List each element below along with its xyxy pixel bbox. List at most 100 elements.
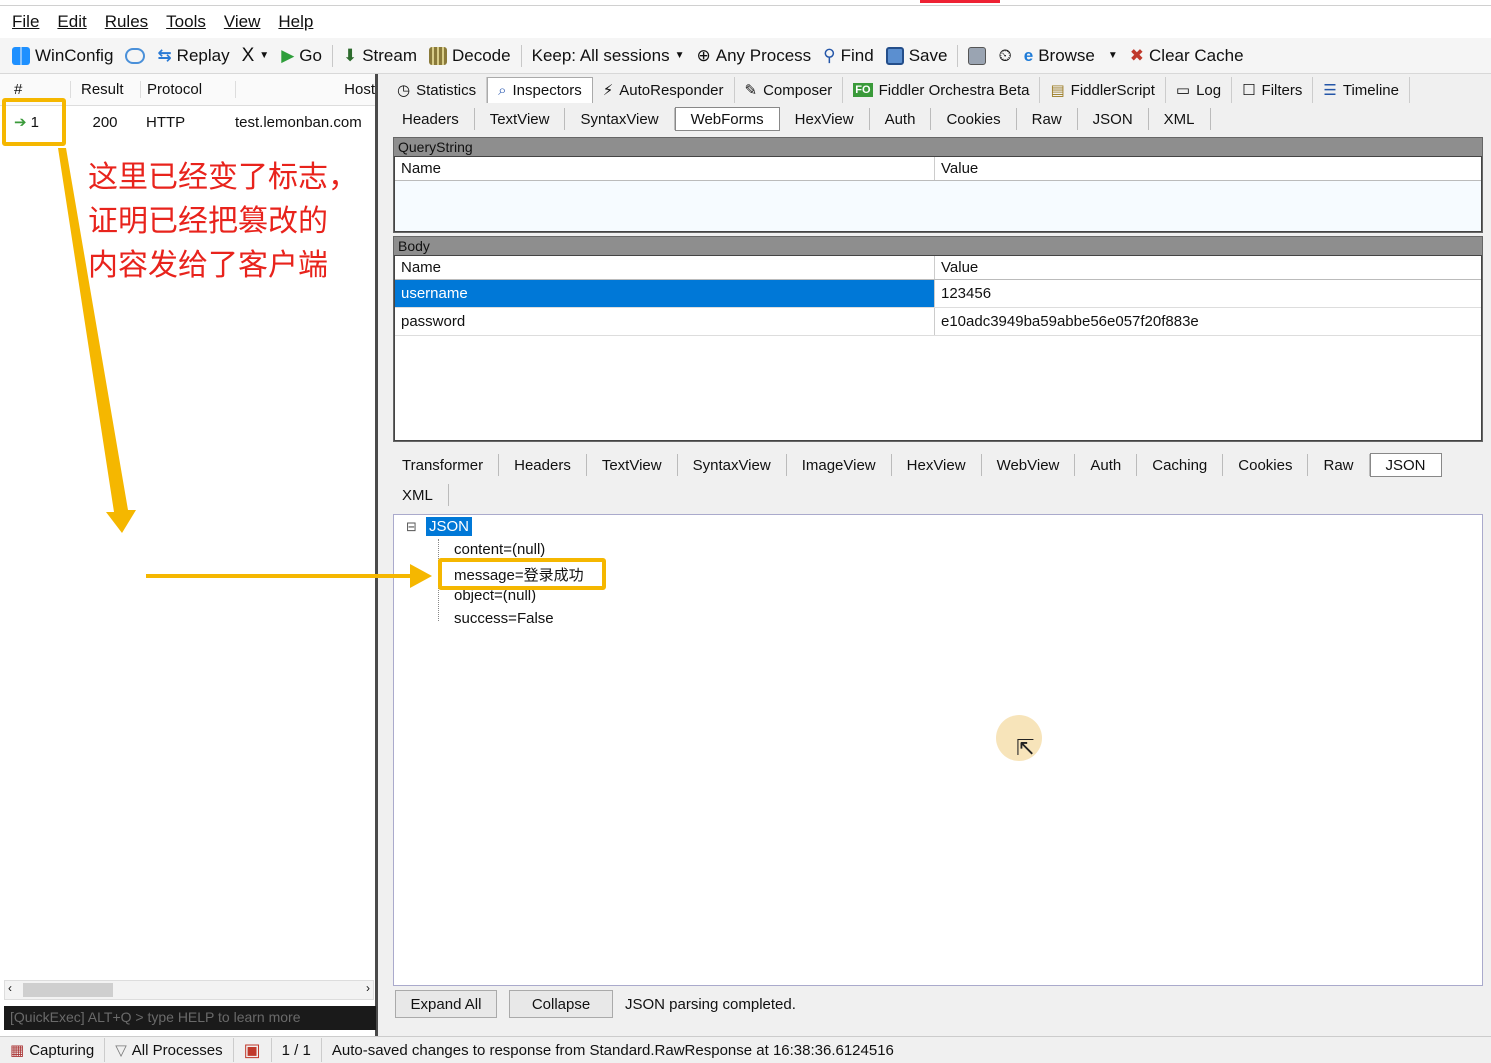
sessions-hscrollbar[interactable]: ‹ › [4,980,374,1000]
scrollbar-thumb[interactable] [23,983,113,997]
tab-label: Log [1196,81,1222,99]
winconfig-button[interactable]: WinConfig [6,46,119,66]
col-host[interactable]: Host [235,81,375,98]
fo-logo-icon: FO [853,83,873,97]
resp-tab-headers[interactable]: Headers [499,454,587,476]
statistics-icon: ◷ [397,82,411,99]
status-bar: ▦ Capturing ▽ All Processes ▣ 1 / 1 Auto-s… [0,1036,1491,1063]
json-node-success[interactable]: success=False [454,610,554,627]
req-tab-textview[interactable]: TextView [475,108,566,130]
save-button[interactable]: Save [880,46,954,66]
json-root-node[interactable]: JSON [426,517,473,536]
tab-fiddlerscript[interactable]: ▤ FiddlerScript [1040,77,1166,103]
collapse-button[interactable]: Collapse [509,990,613,1018]
req-tab-auth[interactable]: Auth [870,108,932,130]
tab-autoresponder[interactable]: ⚡ AutoResponder [593,77,735,103]
screenshot-button[interactable] [962,46,992,65]
resp-tab-syntaxview[interactable]: SyntaxView [678,454,787,476]
clear-cache-icon: ✖ [1129,45,1145,65]
body-row-password[interactable]: password e10adc3949ba59abbe56e057f20f883… [395,308,1481,336]
tab-timeline[interactable]: ☰ Timeline [1313,77,1410,103]
stream-arrow-icon: ⬇ [342,45,358,65]
toolbar: WinConfig ⇆ Replay X ▼ ▶ Go ⬇ Stream Dec… [0,38,1491,74]
col-num[interactable]: # [0,81,70,98]
menu-view[interactable]: View [224,12,261,32]
timer-button[interactable]: ⏲ [992,46,1017,66]
clear-cache-button[interactable]: ✖ Clear Cache [1124,46,1250,66]
resp-tab-caching[interactable]: Caching [1137,454,1224,476]
body-grid[interactable]: Name Value username 123456 password e10a… [394,255,1482,441]
stream-button[interactable]: ⬇ Stream [337,46,423,66]
annotation-text: 这里已经变了标志， 证明已经把篡改的 内容发给了客户端 [88,156,358,288]
keep-sessions-dropdown[interactable]: Keep: All sessions ▼ [526,46,691,66]
resp-tab-xml[interactable]: XML [387,484,449,506]
resp-tab-json[interactable]: JSON [1369,453,1442,477]
resp-tab-imageview[interactable]: ImageView [787,454,892,476]
resp-tab-raw[interactable]: Raw [1308,454,1370,476]
process-filter[interactable]: ▽ All Processes [105,1038,234,1062]
go-button[interactable]: ▶ Go [275,46,328,66]
tree-collapse-icon[interactable]: ⊟ [406,519,417,535]
json-node-content[interactable]: content=(null) [454,541,545,558]
col-protocol[interactable]: Protocol [140,81,235,98]
resp-tab-webview[interactable]: WebView [982,454,1076,476]
session-host: test.lemonban.com [235,113,362,131]
scroll-left-icon[interactable]: ‹ [8,981,12,995]
scroll-right-icon[interactable]: › [366,981,370,995]
mouse-pointer-icon: ⇱ [1016,735,1035,760]
menu-help[interactable]: Help [278,12,313,32]
req-tab-webforms[interactable]: WebForms [674,107,780,131]
comment-button[interactable] [119,47,151,64]
remove-label: X [241,44,255,66]
quickexec-input[interactable]: [QuickExec] ALT+Q > type HELP to learn m… [4,1006,376,1030]
capturing-label: Capturing [29,1041,95,1059]
lightning-icon: ⚡ [602,82,614,99]
any-process-button[interactable]: ⊕ Any Process [690,46,817,66]
find-button[interactable]: ⚲ Find [817,46,880,66]
menu-rules[interactable]: Rules [105,12,148,32]
body-field-name[interactable]: password [395,308,935,335]
tab-composer[interactable]: ✎ Composer [735,77,844,103]
tab-log[interactable]: ▭ Log [1166,77,1233,103]
ie-browser-icon: e [1023,45,1034,65]
toolbar-divider [520,44,522,67]
resp-tab-textview[interactable]: TextView [587,454,678,476]
body-field-value[interactable]: e10adc3949ba59abbe56e057f20f883e [935,308,1481,335]
req-tab-xml[interactable]: XML [1149,108,1211,130]
browse-button[interactable]: e Browse ▼ [1018,46,1124,66]
querystring-grid[interactable]: Name Value [394,156,1482,232]
col-result[interactable]: Result [70,81,140,98]
replay-button[interactable]: ⇆ Replay [151,46,235,66]
dropdown-arrow-icon: ▼ [259,50,270,61]
decode-button[interactable]: Decode [423,46,517,66]
expand-all-button[interactable]: Expand All [395,990,497,1018]
tab-label: Inspectors [512,82,582,99]
menu-tools[interactable]: Tools [166,12,206,32]
tab-orchestra[interactable]: FO Fiddler Orchestra Beta [843,77,1041,103]
capturing-toggle[interactable]: ▦ Capturing [0,1038,106,1062]
replay-label: Replay [176,45,230,65]
resp-tab-auth[interactable]: Auth [1075,454,1138,476]
req-tab-headers[interactable]: Headers [387,108,475,130]
resp-tab-hexview[interactable]: HexView [892,454,982,476]
menu-file[interactable]: File [12,12,39,32]
req-tab-cookies[interactable]: Cookies [931,108,1017,130]
breakpoint-indicator[interactable]: ▣ [234,1038,272,1062]
resp-tab-cookies[interactable]: Cookies [1223,454,1309,476]
tab-statistics[interactable]: ◷ Statistics [387,77,488,103]
annotation-line: 内容发给了客户端 [88,248,328,283]
tab-inspectors[interactable]: ⌕ Inspectors [487,77,593,103]
req-tab-hexview[interactable]: HexView [780,108,870,130]
req-tab-syntaxview[interactable]: SyntaxView [565,108,675,130]
tab-filters[interactable]: ☐ Filters [1232,77,1314,103]
req-tab-json[interactable]: JSON [1078,108,1149,130]
body-row-username[interactable]: username 123456 [395,280,1481,308]
winconfig-label: WinConfig [35,45,114,65]
body-field-value[interactable]: 123456 [935,280,1481,307]
req-tab-raw[interactable]: Raw [1017,108,1078,130]
resp-tab-transformer[interactable]: Transformer [387,454,500,476]
menu-edit[interactable]: Edit [57,12,86,32]
body-field-name[interactable]: username [395,280,935,307]
remove-button[interactable]: X ▼ [236,45,276,67]
detail-pane: ◷ Statistics ⌕ Inspectors ⚡ AutoResponder ✎… [381,74,1491,1036]
